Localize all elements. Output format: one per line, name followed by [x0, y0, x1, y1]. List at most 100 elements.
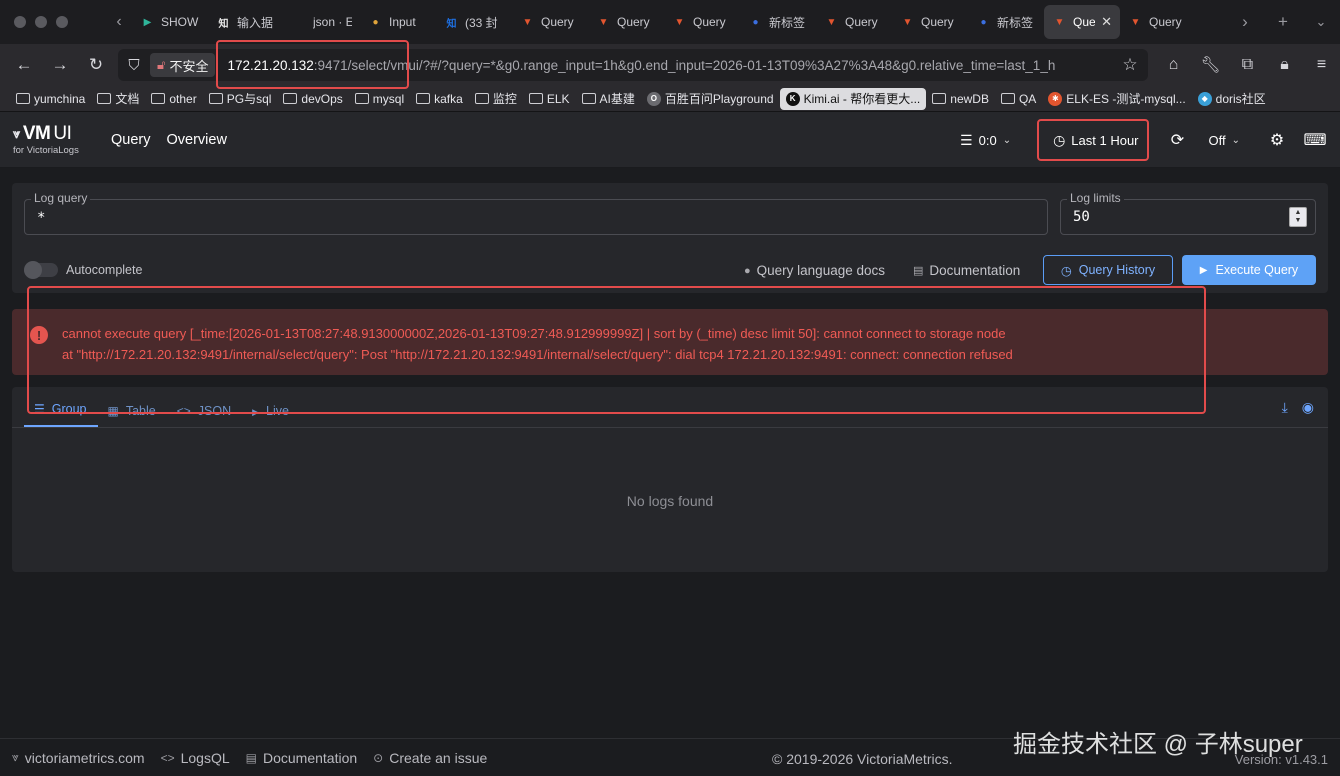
- tenant-selector[interactable]: ☰ 0:0 ⌄: [948, 120, 1023, 160]
- tab-list-dropdown-icon[interactable]: ⌄: [1302, 14, 1340, 30]
- table-icon: ▦: [107, 404, 119, 418]
- extensions-icon[interactable]: ⧉: [1229, 56, 1266, 74]
- connection-insecure-badge[interactable]: 🔓︎ 不安全: [150, 53, 216, 77]
- log-limits-label: Log limits: [1067, 191, 1124, 205]
- browser-tab-label: Query: [617, 15, 650, 29]
- browser-tab[interactable]: ▼ Query: [588, 5, 664, 39]
- bookmark-label: mysql: [372, 91, 405, 106]
- tracking-shield-icon[interactable]: ⛉: [118, 57, 150, 74]
- log-query-field[interactable]: Log query *: [24, 191, 1048, 235]
- globe-icon: ●: [372, 16, 379, 28]
- bookmark-item[interactable]: K Kimi.ai - 帮你看更大...: [779, 87, 927, 110]
- bookmark-item[interactable]: ELK: [523, 88, 576, 110]
- folder-icon: [97, 93, 112, 104]
- bookmark-item[interactable]: devOps: [277, 88, 348, 110]
- query-language-docs-link[interactable]: ● Query language docs: [744, 263, 885, 278]
- browser-tab[interactable]: ● Input: [360, 5, 436, 39]
- log-query-input[interactable]: *: [37, 210, 45, 226]
- query-history-button[interactable]: ◷ Query History: [1043, 255, 1173, 285]
- browser-tab[interactable]: 知输入据: [208, 5, 284, 39]
- nav-query[interactable]: Query: [111, 132, 151, 148]
- auto-refresh-selector[interactable]: Off ⌄: [1197, 120, 1253, 160]
- browser-tab[interactable]: ● 新标签: [968, 5, 1044, 39]
- footer-issue-link[interactable]: ⊙ Create an issue: [373, 750, 487, 766]
- home-icon[interactable]: ⌂: [1155, 56, 1192, 74]
- menu-icon[interactable]: ≡: [1303, 56, 1340, 74]
- close-tab-icon[interactable]: ✕: [1101, 14, 1112, 30]
- browser-tab[interactable]: ▼ Query: [1120, 5, 1196, 39]
- bookmark-item[interactable]: mysql: [349, 88, 410, 110]
- log-limits-input[interactable]: 50: [1073, 209, 1090, 225]
- bookmark-item[interactable]: kafka: [410, 88, 469, 110]
- footer-logsql-link[interactable]: <> LogsQL: [161, 750, 230, 766]
- tab-table[interactable]: ▦ Table: [98, 387, 167, 427]
- bookmark-item[interactable]: ✱ ELK-ES -测试-mysql...: [1042, 88, 1191, 110]
- tab-json[interactable]: <> JSON: [167, 387, 242, 427]
- execute-query-button[interactable]: ▶ Execute Query: [1182, 255, 1316, 285]
- settings-gear-icon[interactable]: ⚙: [1258, 130, 1296, 150]
- close-window-button[interactable]: [14, 16, 26, 28]
- bookmark-label: QA: [1018, 91, 1037, 106]
- bookmark-item[interactable]: AI基建: [576, 88, 641, 110]
- browser-tab-label: Query: [845, 15, 878, 29]
- autocomplete-toggle[interactable]: [24, 261, 58, 279]
- time-range-selector[interactable]: ◷ Last 1 Hour: [1037, 119, 1149, 161]
- browser-tab[interactable]: ▼ Query: [816, 5, 892, 39]
- footer-site-link[interactable]: ⩔ victoriametrics.com: [12, 750, 145, 766]
- tabs-scroll-right-icon[interactable]: ›: [1226, 12, 1264, 32]
- vmui-logo[interactable]: ⩔ VM UI for VictoriaLogs: [13, 124, 95, 156]
- browser-tab[interactable]: 知 (33 封: [436, 5, 512, 39]
- new-tab-button[interactable]: +: [1264, 12, 1302, 32]
- bookmark-star-icon[interactable]: ☆: [1112, 55, 1148, 75]
- bookmark-item[interactable]: other: [145, 88, 202, 110]
- bookmark-item[interactable]: newDB: [926, 88, 995, 110]
- back-button[interactable]: ←: [6, 55, 42, 75]
- browser-tab[interactable]: ● 新标签: [740, 5, 816, 39]
- keyboard-shortcuts-icon[interactable]: ⌨: [1296, 130, 1334, 150]
- url-text[interactable]: 172.21.20.132:9471/select/vmui/?#/?query…: [227, 58, 1112, 73]
- log-query-label: Log query: [31, 191, 91, 205]
- nav-overview[interactable]: Overview: [167, 132, 227, 148]
- chevron-down-icon: ⌄: [1231, 134, 1240, 146]
- bookmark-label: 监控: [492, 92, 517, 106]
- footer-site-label: victoriametrics.com: [24, 749, 145, 766]
- browser-tab[interactable]: ▼ Query: [664, 5, 740, 39]
- tab-group[interactable]: ☰ Group: [24, 387, 98, 427]
- bookmark-item[interactable]: ◆ doris社区: [1192, 88, 1272, 110]
- bookmark-item[interactable]: 监控: [469, 88, 523, 110]
- bookmark-item[interactable]: QA: [995, 88, 1042, 110]
- tab-live[interactable]: ▶ Live: [242, 387, 300, 427]
- query-language-docs-label: Query language docs: [756, 263, 885, 278]
- documentation-link[interactable]: ▤ Documentation: [913, 263, 1020, 278]
- lock-icon[interactable]: 🔒︎: [1266, 56, 1303, 74]
- refresh-icon[interactable]: ⟳: [1159, 130, 1197, 150]
- minimize-window-button[interactable]: [35, 16, 47, 28]
- log-limits-stepper[interactable]: ▲ ▼: [1289, 207, 1307, 227]
- site-favicon-icon: ✱: [1048, 91, 1063, 106]
- results-actions: ⤓ ◉: [1282, 399, 1314, 416]
- bookmark-item[interactable]: yumchina: [10, 88, 91, 110]
- bookmark-item[interactable]: PG与sql: [203, 88, 278, 110]
- address-bar[interactable]: ⛉ 🔓︎ 不安全 172.21.20.132:9471/select/vmui/…: [118, 49, 1148, 81]
- log-limits-field[interactable]: Log limits 50 ▲ ▼: [1060, 191, 1316, 235]
- browser-tab[interactable]: ▼ Query: [512, 5, 588, 39]
- browser-tab[interactable]: ▶ SHOW: [132, 5, 208, 39]
- reload-button[interactable]: ↻: [78, 55, 114, 75]
- bookmarks-bar: yumchina 文档 other PG与sql devOps mysql kafka 监控 E…: [0, 86, 1340, 112]
- download-icon[interactable]: ⤓: [1282, 399, 1288, 416]
- forward-button[interactable]: →: [42, 55, 78, 75]
- browser-tab[interactable]: ▼ Que ✕: [1044, 5, 1120, 39]
- url-host: 172.21.20.132: [227, 57, 314, 73]
- tabs-scroll-left-icon[interactable]: ‹: [106, 13, 132, 31]
- eye-icon[interactable]: ◉: [1302, 399, 1314, 416]
- browser-tab[interactable]: json · ELK: [284, 5, 360, 39]
- browser-tab-label: 新标签: [997, 15, 1034, 30]
- footer-documentation-link[interactable]: ▤ Documentation: [246, 750, 358, 766]
- maximize-window-button[interactable]: [56, 16, 68, 28]
- browser-tab[interactable]: ▼ Query: [892, 5, 968, 39]
- bookmark-item[interactable]: O 百胜百问Playground: [641, 88, 780, 110]
- wrench-icon[interactable]: 🔧︎: [1192, 55, 1229, 75]
- bookmark-item[interactable]: 文档: [91, 88, 145, 110]
- time-range-value: Last 1 Hour: [1071, 132, 1139, 148]
- logo-ui-text: UI: [53, 122, 72, 144]
